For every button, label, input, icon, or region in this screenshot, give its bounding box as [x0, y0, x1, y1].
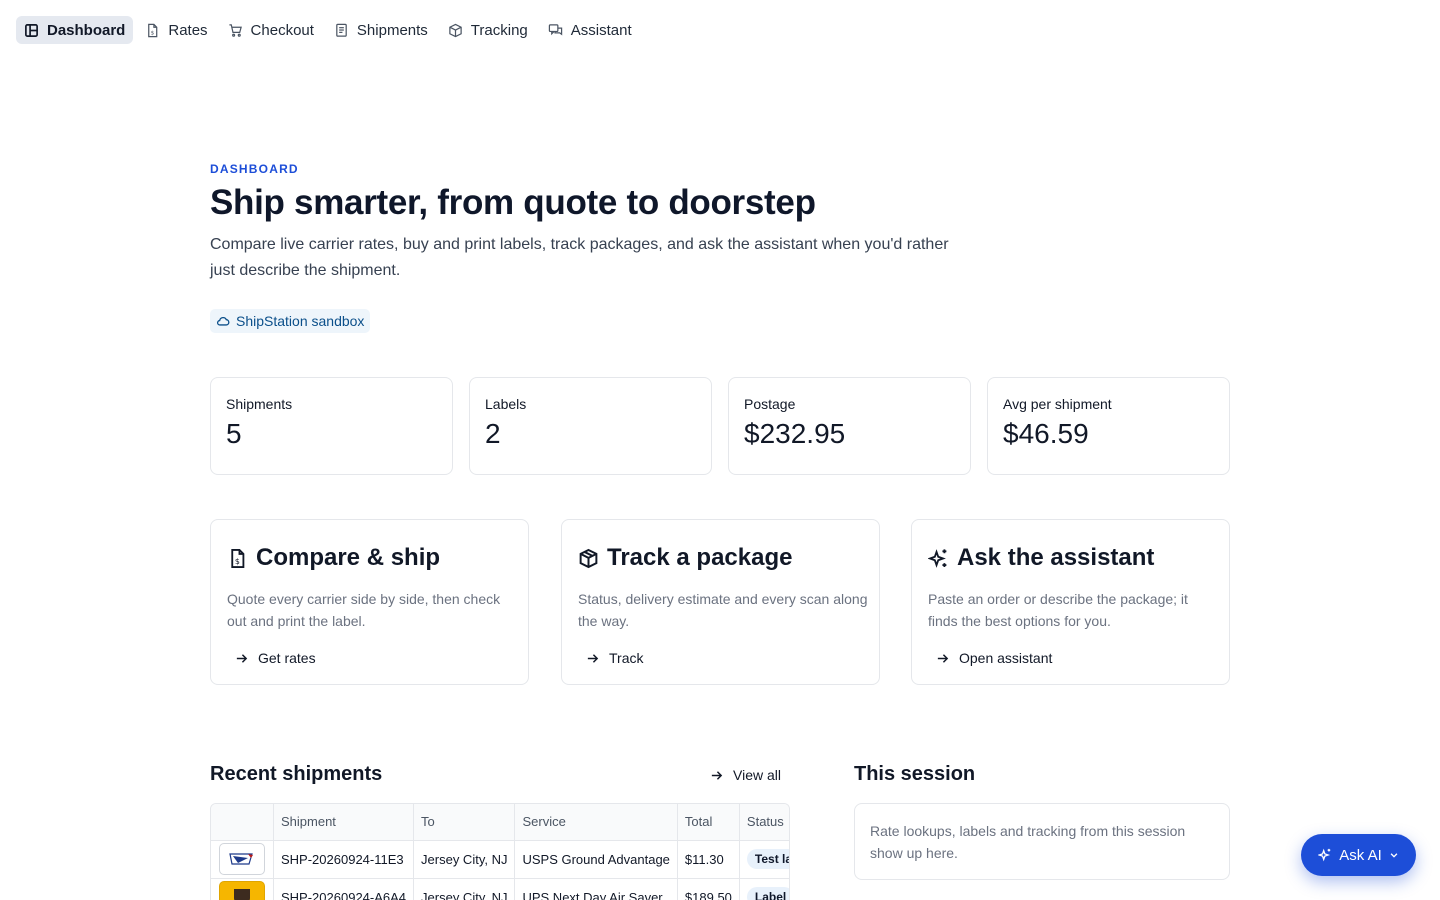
- link-label: Track: [609, 650, 644, 666]
- page-eyebrow: DASHBOARD: [210, 162, 299, 176]
- top-nav: Dashboard $ Rates Checkout Shipments Tra…: [16, 16, 640, 44]
- nav-label: Shipments: [356, 21, 428, 39]
- stat-label: Postage: [744, 396, 796, 412]
- column-header: Shipment: [273, 804, 415, 841]
- card-track-package: Track a package Status, delivery estimat…: [561, 519, 880, 685]
- nav-rates[interactable]: $ Rates: [137, 16, 215, 44]
- column-header: [211, 804, 274, 841]
- table-header-row: Shipment To Service Total Status: [211, 804, 789, 841]
- shipment-total: $11.30: [677, 840, 740, 879]
- recent-shipments-title: Recent shipments: [210, 763, 383, 785]
- nav-shipments[interactable]: Shipments: [326, 16, 436, 44]
- nav-label: Assistant: [570, 21, 632, 39]
- card-description: Paste an order or describe the package; …: [928, 591, 1188, 629]
- stat-shipments: Shipments 5: [210, 377, 453, 475]
- stat-value: 5: [226, 418, 242, 449]
- link-label: Open assistant: [959, 650, 1053, 666]
- session-title: This session: [854, 763, 976, 785]
- cloud-icon: [216, 316, 230, 326]
- nav-tracking[interactable]: Tracking: [440, 16, 536, 44]
- receipt-icon: $: [148, 23, 158, 37]
- nav-label: Checkout: [250, 21, 314, 39]
- card-title: Compare & ship: [256, 544, 441, 571]
- package-icon: [449, 23, 462, 37]
- nav-label: Dashboard: [47, 21, 126, 39]
- table-row[interactable]: SHP-20260924-11E3 Jersey City, NJ USPS G…: [211, 840, 789, 879]
- shipments-table-container[interactable]: Shipment To Service Total Status SHP-202…: [210, 803, 790, 900]
- usps-logo: [219, 843, 265, 875]
- stat-label: Avg per shipment: [1003, 396, 1112, 412]
- arrow-right-icon: [937, 653, 949, 663]
- ups-logo: [219, 881, 265, 900]
- ask-ai-label: Ask AI: [1339, 846, 1382, 864]
- view-all-link[interactable]: View all: [710, 767, 781, 783]
- package-icon: [579, 548, 598, 568]
- card-compare-ship: $ Compare & ship Quote every carrier sid…: [210, 519, 529, 685]
- track-link[interactable]: Track: [586, 650, 643, 666]
- card-title: Ask the assistant: [957, 544, 1155, 571]
- column-header: Status: [739, 804, 789, 841]
- arrow-right-icon: [711, 770, 723, 780]
- svg-text:$: $: [235, 556, 240, 565]
- usps-eagle-icon: [229, 853, 253, 865]
- card-description: Quote every carrier side by side, then c…: [227, 591, 501, 629]
- shipments-table: Shipment To Service Total Status SHP-202…: [211, 804, 789, 900]
- shipment-to: Jersey City, NJ: [413, 840, 516, 879]
- arrow-right-icon: [587, 653, 599, 663]
- nav-checkout[interactable]: Checkout: [220, 16, 322, 44]
- sparkles-icon: [928, 548, 947, 568]
- column-header: To: [413, 804, 516, 841]
- session-panel: Rate lookups, labels and tracking from t…: [854, 803, 1230, 880]
- environment-badge: ShipStation sandbox: [210, 309, 371, 333]
- card-title: Track a package: [607, 544, 793, 571]
- svg-text:$: $: [151, 30, 155, 36]
- card-ask-assistant: Ask the assistant Paste an order or desc…: [911, 519, 1230, 685]
- nav-assistant[interactable]: Assistant: [540, 16, 640, 44]
- get-rates-link[interactable]: Get rates: [235, 650, 316, 666]
- sparkles-icon: [1318, 848, 1331, 862]
- stat-label: Shipments: [226, 396, 293, 412]
- chevron-down-icon: [1390, 853, 1398, 858]
- table-row[interactable]: SHP-20260924-A6A4 Jersey City, NJ UPS Ne…: [211, 878, 789, 900]
- column-header: Service: [514, 804, 678, 841]
- column-header: Total: [677, 804, 740, 841]
- link-label: Get rates: [258, 650, 316, 666]
- stat-value: $232.95: [744, 418, 846, 449]
- stat-labels: Labels 2: [469, 377, 712, 475]
- ask-ai-button[interactable]: Ask AI: [1301, 834, 1416, 876]
- cart-icon: [228, 23, 242, 37]
- receipt-icon: $: [231, 548, 245, 568]
- shipment-service: USPS Ground Advantage: [514, 840, 678, 879]
- session-empty-text: Rate lookups, labels and tracking from t…: [870, 823, 1186, 861]
- shipment-total: $189.50: [677, 878, 740, 900]
- nav-label: Tracking: [470, 21, 528, 39]
- status-badge: Label: [746, 887, 789, 900]
- nav-label: Rates: [168, 21, 208, 39]
- stat-avg-per-shipment: Avg per shipment $46.59: [987, 377, 1230, 475]
- shipment-id: SHP-20260924-11E3: [273, 840, 415, 879]
- open-assistant-link[interactable]: Open assistant: [936, 650, 1052, 666]
- chat-icon: [548, 23, 562, 35]
- stat-value: 2: [485, 418, 501, 449]
- document-icon: [336, 23, 347, 37]
- status-badge: Test la: [746, 849, 789, 869]
- environment-badge-label: ShipStation sandbox: [236, 313, 365, 329]
- stat-postage: Postage $232.95: [728, 377, 971, 475]
- page-subtitle: Compare live carrier rates, buy and prin…: [210, 236, 949, 279]
- card-description: Status, delivery estimate and every scan…: [578, 591, 868, 629]
- nav-dashboard[interactable]: Dashboard: [16, 16, 134, 44]
- arrow-right-icon: [236, 653, 248, 663]
- stat-label: Labels: [485, 396, 527, 412]
- stat-value: $46.59: [1003, 418, 1089, 449]
- link-label: View all: [733, 767, 781, 783]
- shipment-to: Jersey City, NJ: [413, 878, 516, 900]
- ups-shield-icon: [234, 889, 250, 900]
- page-title: Ship smarter, from quote to doorstep: [210, 183, 816, 222]
- dashboard-icon: [25, 23, 38, 37]
- shipment-id: SHP-20260924-A6A4: [273, 878, 415, 900]
- shipment-service: UPS Next Day Air Saver: [514, 878, 678, 900]
